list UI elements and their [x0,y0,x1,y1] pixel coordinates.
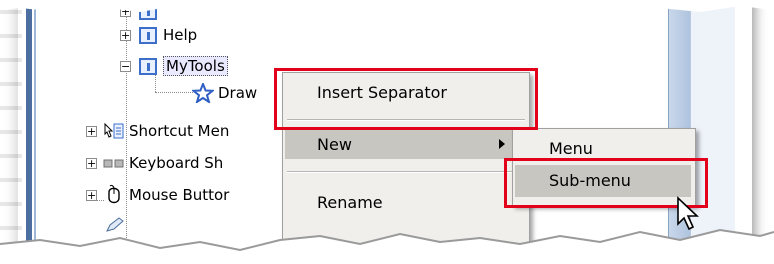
star-icon [192,83,214,103]
tree-item-label: Shortcut Men [129,122,230,140]
screenshot-frame: + + Help − MyTools Draw + Shortcut Men +… [0,0,774,264]
tree-connector [155,92,193,93]
menu-item-label: New [317,134,352,154]
tree-item-label: MyTools [163,56,228,76]
toolbar-icon [137,57,159,75]
submenu-arrow-icon [499,139,505,149]
menu-item-rename[interactable]: Rename [317,189,383,215]
tree-item-help[interactable]: + Help [120,24,197,46]
menu-item-new[interactable]: New [317,131,352,157]
torn-bottom-edge [0,228,774,264]
expand-icon[interactable]: + [86,125,97,137]
tree-item-draw[interactable]: Draw [192,82,257,104]
menu-separator [287,171,525,173]
highlight-box-insert-separator [274,68,538,130]
expand-icon[interactable]: + [86,157,97,169]
tree-item-label: Draw [218,84,258,102]
tree-item-keyboard-shortcuts[interactable]: + Keyboard Sh [86,152,223,174]
tree-item-label: Mouse Buttor [129,186,230,204]
toolbar-icon [137,26,159,44]
mouse-icon [103,184,125,204]
expand-icon[interactable]: + [120,29,131,41]
torn-top-edge [0,0,774,14]
tree-item-mytools[interactable]: − MyTools [120,55,228,77]
menu-item-label: Rename [317,192,383,212]
tree-item-label: Keyboard Sh [129,154,224,172]
tree-item-label: Help [163,26,198,44]
tree-item-mouse-buttons[interactable]: + Mouse Buttor [86,184,229,206]
collapse-icon[interactable]: − [120,60,131,72]
menu-item-label: Menu [549,138,593,158]
tree-item-shortcut-menus[interactable]: + Shortcut Men [86,120,229,142]
expand-icon[interactable]: + [86,189,97,201]
shortcut-menu-icon [103,122,125,140]
keyboard-icon [103,154,125,172]
